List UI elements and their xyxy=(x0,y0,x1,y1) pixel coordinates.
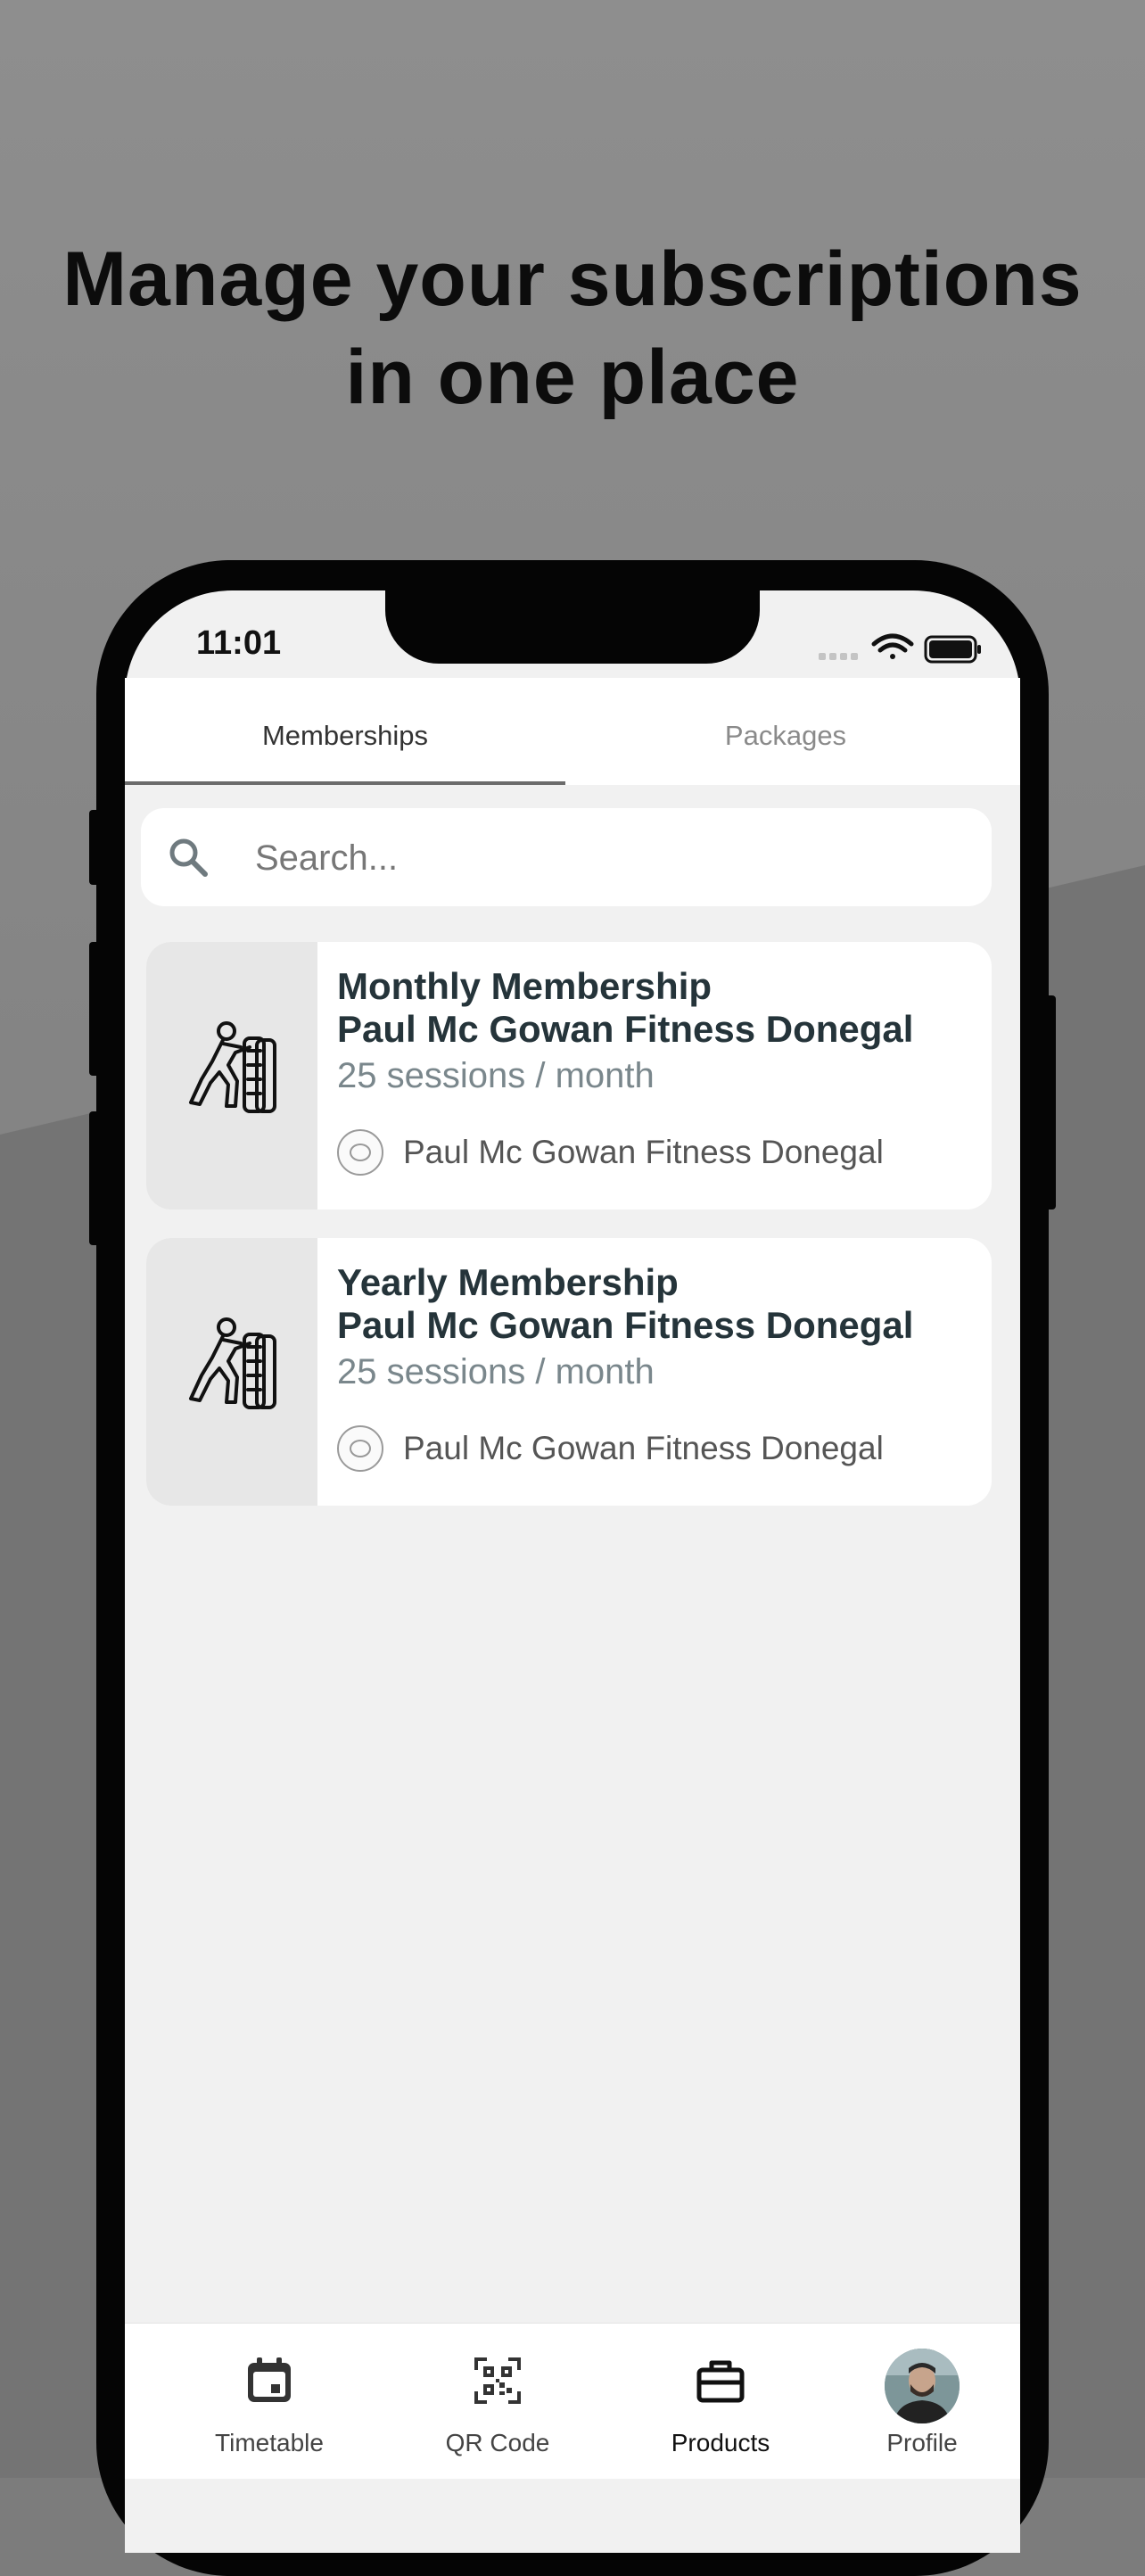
gym-logo-icon xyxy=(337,1129,383,1176)
headline-line-1: Manage your subscriptions xyxy=(62,236,1083,322)
briefcase-icon xyxy=(696,2360,745,2403)
nav-products-label: Products xyxy=(671,2429,770,2456)
tab-memberships[interactable]: Memberships xyxy=(125,678,565,785)
gym-name: Paul Mc Gowan Fitness Donegal xyxy=(403,1134,884,1170)
bottom-nav: Timetable QR Code Products Profile xyxy=(125,2323,1020,2479)
gym-logo-icon xyxy=(337,1425,383,1472)
status-time: 11:01 xyxy=(196,624,282,662)
card-thumbnail xyxy=(146,1238,317,1506)
avatar-image xyxy=(885,2349,960,2423)
avatar xyxy=(885,2349,960,2423)
nav-qr-code-label: QR Code xyxy=(445,2429,550,2456)
card-title-line-2: Paul Mc Gowan Fitness Donegal xyxy=(337,1008,914,1050)
card-gym: Paul Mc Gowan Fitness Donegal xyxy=(337,1424,884,1474)
card-title: Monthly Membership Paul Mc Gowan Fitness… xyxy=(337,965,979,1051)
card-gym: Paul Mc Gowan Fitness Donegal xyxy=(337,1127,884,1177)
search-bar xyxy=(141,808,992,906)
wifi-icon xyxy=(871,633,914,659)
nav-timetable[interactable]: Timetable xyxy=(171,2324,367,2479)
search-icon xyxy=(169,838,208,877)
tire-flip-icon xyxy=(189,1021,276,1113)
signal-icon xyxy=(819,653,858,660)
card-sessions: 25 sessions / month xyxy=(337,1352,655,1391)
phone-notch xyxy=(385,585,760,664)
tab-active-indicator xyxy=(125,781,565,785)
card-title-line-1: Yearly Membership xyxy=(337,1261,679,1303)
calendar-icon xyxy=(248,2357,291,2402)
card-sessions: 25 sessions / month xyxy=(337,1056,655,1095)
nav-profile[interactable]: Profile xyxy=(824,2324,1020,2479)
qr-code-icon xyxy=(474,2357,521,2404)
headline: Manage your subscriptions in one place xyxy=(0,230,1145,426)
card-title: Yearly Membership Paul Mc Gowan Fitness … xyxy=(337,1261,979,1347)
headline-line-2: in one place xyxy=(345,334,800,420)
card-thumbnail xyxy=(146,942,317,1210)
membership-card-monthly[interactable]: Monthly Membership Paul Mc Gowan Fitness… xyxy=(146,942,992,1210)
nav-profile-label: Profile xyxy=(886,2429,958,2456)
nav-timetable-label: Timetable xyxy=(215,2429,324,2456)
gym-name: Paul Mc Gowan Fitness Donegal xyxy=(403,1430,884,1466)
card-title-line-2: Paul Mc Gowan Fitness Donegal xyxy=(337,1304,914,1346)
search-input[interactable] xyxy=(253,830,970,887)
segment-tabs: Memberships Packages xyxy=(125,678,1020,785)
nav-qr-code[interactable]: QR Code xyxy=(400,2324,596,2479)
card-title-line-1: Monthly Membership xyxy=(337,965,713,1007)
status-icons xyxy=(819,633,981,664)
membership-card-yearly[interactable]: Yearly Membership Paul Mc Gowan Fitness … xyxy=(146,1238,992,1506)
tire-flip-icon xyxy=(189,1317,276,1409)
battery-icon xyxy=(924,635,981,664)
nav-products[interactable]: Products xyxy=(622,2324,819,2479)
tab-packages[interactable]: Packages xyxy=(565,678,1006,785)
